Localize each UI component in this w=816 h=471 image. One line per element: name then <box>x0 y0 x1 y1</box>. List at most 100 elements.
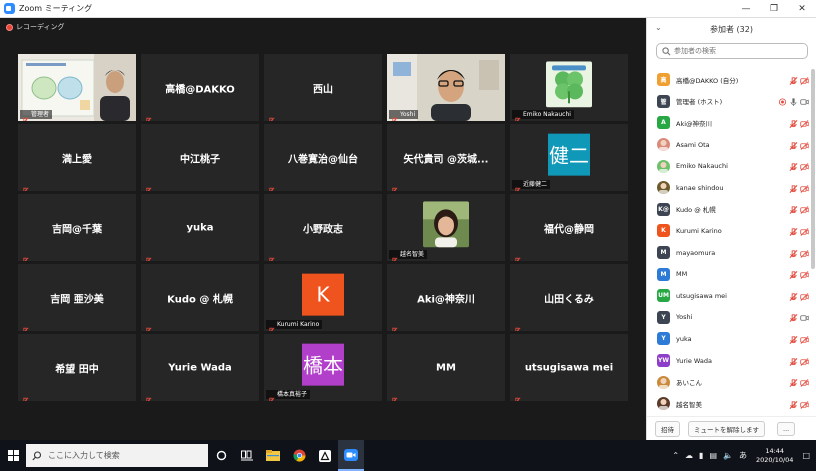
muted-mic-icon[interactable] <box>789 70 798 89</box>
ime-mode-indicator[interactable]: あ <box>739 450 747 461</box>
participant-row[interactable]: K@ Kudo @ 札幌 <box>647 199 811 221</box>
collapse-chevron-icon[interactable]: ⌄ <box>655 23 662 32</box>
muted-mic-icon[interactable] <box>789 113 798 132</box>
video-tile[interactable]: 吉岡@千葉 <box>18 194 136 261</box>
network-icon[interactable]: ▤ <box>709 451 717 460</box>
video-tile[interactable]: 中江桃子 <box>141 124 259 191</box>
participant-row[interactable]: 管管理者 (ホスト) <box>647 91 811 113</box>
muted-mic-icon <box>267 390 275 401</box>
video-tile[interactable]: 満上愛 <box>18 124 136 191</box>
participant-row[interactable]: Mmayaomura <box>647 242 811 264</box>
participant-row[interactable]: kanae shindou <box>647 177 811 199</box>
muted-mic-icon[interactable] <box>789 373 798 392</box>
muted-mic-icon[interactable] <box>789 243 798 262</box>
taskbar-clock[interactable]: 14:44 2020/10/04 <box>756 447 793 465</box>
participant-row[interactable]: K Kurumi Karino <box>647 220 811 242</box>
video-tile[interactable]: 福代@静岡 <box>510 194 628 261</box>
video-tile[interactable]: MM <box>387 334 505 401</box>
tray-chevron-icon[interactable]: ⌃ <box>672 451 679 460</box>
video-tile[interactable]: 矢代貴司 @茨城... <box>387 124 505 191</box>
video-tile[interactable]: 吉岡 亜沙美 <box>18 264 136 331</box>
participant-search-input[interactable] <box>674 47 794 55</box>
participant-list-scrollbar[interactable] <box>811 69 815 269</box>
cortana-button[interactable] <box>208 440 234 471</box>
participant-status-icons <box>789 373 809 392</box>
muted-mic-icon[interactable] <box>789 351 798 370</box>
video-tile[interactable]: yuka <box>141 194 259 261</box>
video-off-icon <box>800 286 809 305</box>
muted-mic-icon[interactable] <box>789 329 798 348</box>
participant-row[interactable]: 高高橋@DAKKO (自分) <box>647 69 811 91</box>
minimize-button[interactable]: — <box>732 0 760 18</box>
muted-mic-icon[interactable] <box>789 221 798 240</box>
participant-list-name: Yoshi <box>676 313 693 322</box>
chrome-button[interactable] <box>286 440 312 471</box>
video-tile[interactable]: Emiko Nakauchi <box>510 54 628 121</box>
muted-mic-icon <box>390 390 398 401</box>
muted-mic-icon[interactable] <box>789 265 798 284</box>
participant-row[interactable]: M MM <box>647 263 811 285</box>
participant-search[interactable] <box>656 43 808 59</box>
video-tile[interactable]: Kudo @ 札幌 <box>141 264 259 331</box>
video-tile[interactable]: 橋本 橋本真裕子 <box>264 334 382 401</box>
unmute-all-button[interactable]: ミュートを解除します <box>688 420 765 437</box>
muted-mic-icon <box>21 320 29 331</box>
participant-row[interactable]: UM utsugisawa mei <box>647 285 811 307</box>
participant-list-name: Yurie Wada <box>676 356 712 365</box>
video-tile[interactable]: K Kurumi Karino <box>264 264 382 331</box>
participant-status-icons <box>789 265 809 284</box>
video-tile[interactable]: 山田くるみ <box>510 264 628 331</box>
participant-avatar: Y <box>657 332 670 346</box>
video-tile[interactable]: Yurie Wada <box>141 334 259 401</box>
participant-row[interactable]: Emiko Nakauchi <box>647 155 811 177</box>
video-tile[interactable]: 越名智美 <box>387 194 505 261</box>
invite-button[interactable]: 招待 <box>655 420 680 437</box>
taskbar-search[interactable]: ここに入力して検索 <box>26 444 208 467</box>
video-tile[interactable]: 小野政志 <box>264 194 382 261</box>
windows-start-button[interactable] <box>0 440 26 471</box>
more-options-button[interactable]: ... <box>777 421 796 436</box>
participant-row[interactable]: Yyuka <box>647 328 811 350</box>
volume-icon[interactable]: 🔈 <box>723 451 733 460</box>
task-view-button[interactable] <box>234 440 260 471</box>
participant-row[interactable]: YW Yurie Wada <box>647 350 811 372</box>
video-off-icon <box>800 135 809 154</box>
video-tile[interactable]: 健二 近藤健二 <box>510 124 628 191</box>
participant-name: 吉岡 亜沙美 <box>50 294 104 305</box>
muted-mic-icon[interactable] <box>789 286 798 305</box>
participant-row[interactable]: 越名智美 <box>647 393 811 415</box>
muted-mic-icon[interactable] <box>789 308 798 327</box>
close-button[interactable]: ✕ <box>788 0 816 18</box>
battery-icon[interactable]: ▮ <box>699 451 703 460</box>
video-off-icon <box>800 329 809 348</box>
mic-on-icon[interactable] <box>789 92 798 111</box>
zoom-taskbar-button[interactable] <box>338 440 364 471</box>
video-tile[interactable]: Aki@神奈川 <box>387 264 505 331</box>
app-button[interactable] <box>312 440 338 471</box>
video-tile[interactable]: 高橋@DAKKO <box>141 54 259 121</box>
video-tile[interactable]: 西山 <box>264 54 382 121</box>
video-tile[interactable]: utsugisawa mei <box>510 334 628 401</box>
participant-row[interactable]: A Aki@神奈川 <box>647 112 811 134</box>
title-bar: Zoom ミーティング — ❐ ✕ <box>0 0 816 18</box>
muted-mic-icon[interactable] <box>789 135 798 154</box>
muted-mic-icon[interactable] <box>789 178 798 197</box>
maximize-button[interactable]: ❐ <box>760 0 788 18</box>
notification-center-icon[interactable]: □ <box>802 451 810 460</box>
file-explorer-button[interactable] <box>260 440 286 471</box>
participant-list-name: Kurumi Karino <box>676 226 722 235</box>
muted-mic-icon[interactable] <box>789 394 798 413</box>
participant-row[interactable]: Y Yoshi <box>647 307 811 329</box>
muted-mic-icon[interactable] <box>789 157 798 176</box>
video-tile[interactable]: 希望 田中 <box>18 334 136 401</box>
participant-list-name: 管理者 (ホスト) <box>676 98 723 107</box>
muted-mic-icon[interactable] <box>789 200 798 219</box>
onedrive-cloud-icon[interactable]: ☁ <box>685 451 693 460</box>
zoom-window: Zoom ミーティング — ❐ ✕ レコーディング 管理者 高橋@DAKKO 西山 Y… <box>0 0 816 471</box>
video-tile[interactable]: Yoshi <box>387 54 505 121</box>
video-tile[interactable]: 八巻寛治@仙台 <box>264 124 382 191</box>
participant-row[interactable]: あいこん <box>647 371 811 393</box>
video-tile[interactable]: 管理者 <box>18 54 136 121</box>
participant-row[interactable]: Asami Ota <box>647 134 811 156</box>
windows-taskbar: ここに入力して検索 ⌃ ☁ ▮ ▤ 🔈 あ 14:44 2020/10/04 □ <box>0 440 816 471</box>
